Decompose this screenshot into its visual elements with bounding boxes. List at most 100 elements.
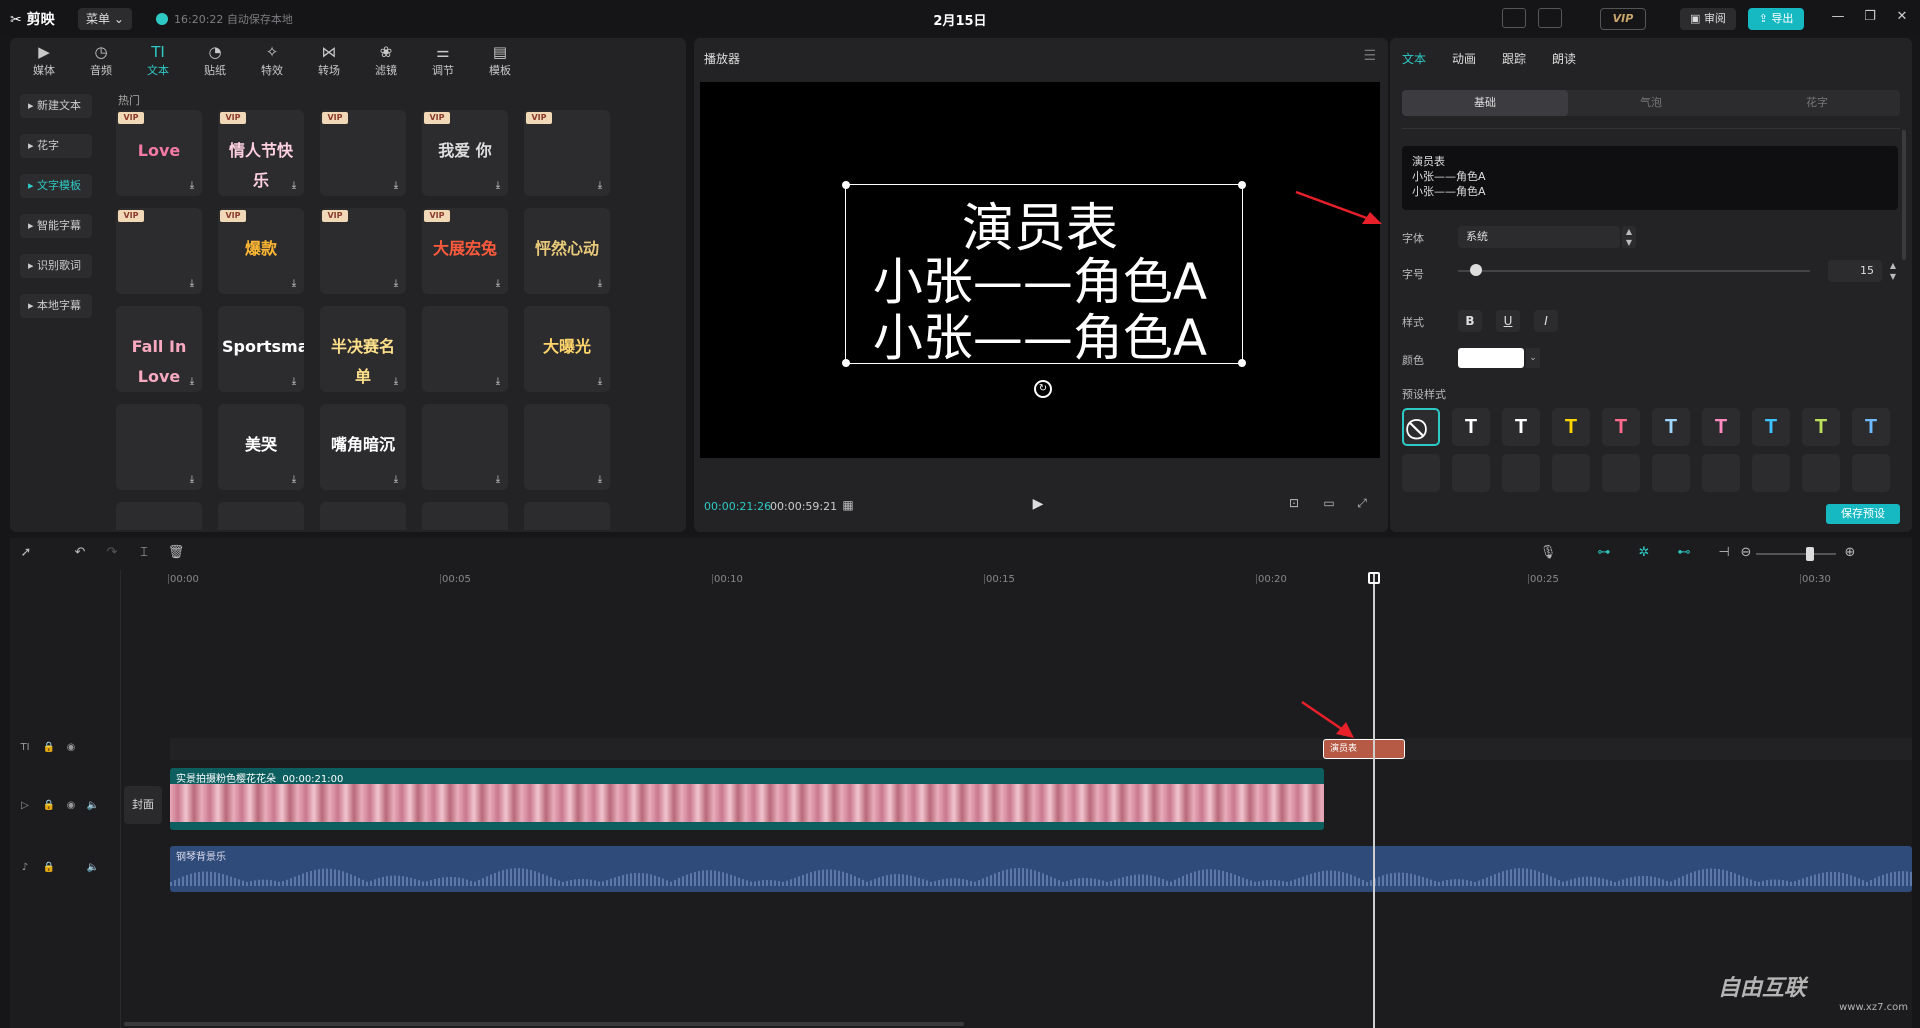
property-tab[interactable]: 动画: [1452, 50, 1476, 67]
color-swatch[interactable]: [1458, 348, 1524, 368]
subtab[interactable]: 气泡: [1568, 90, 1734, 116]
split-icon[interactable]: ⌶: [134, 545, 154, 563]
linkage-icon[interactable]: ⊷: [1674, 545, 1694, 563]
tab-effects[interactable]: ✧ 特效: [246, 42, 298, 82]
template-card[interactable]: [422, 502, 508, 530]
text-content-input[interactable]: 演员表 小张——角色A 小张——角色A: [1402, 146, 1898, 210]
download-icon[interactable]: ⤓: [186, 278, 198, 290]
preview-axis-icon[interactable]: ⊣: [1714, 545, 1734, 563]
template-card[interactable]: 嘴角暗沉 ⤓: [320, 404, 406, 490]
close-icon[interactable]: ✕: [1892, 9, 1912, 27]
eye-icon[interactable]: ◉: [64, 800, 78, 814]
ratio-icon[interactable]: ▭: [1316, 496, 1342, 514]
cover-button[interactable]: 封面: [124, 786, 162, 824]
font-select[interactable]: 系统: [1458, 226, 1620, 248]
preset-style[interactable]: T: [1652, 408, 1690, 446]
size-input[interactable]: 15: [1828, 260, 1882, 282]
download-icon[interactable]: ⤓: [186, 474, 198, 486]
property-tab[interactable]: 文本: [1402, 50, 1426, 67]
preset-style[interactable]: [1852, 454, 1890, 492]
download-icon[interactable]: ⤓: [186, 180, 198, 192]
subtab[interactable]: 基础: [1402, 90, 1568, 116]
preview-screen[interactable]: 演员表 小张——角色A 小张——角色A ↻: [700, 82, 1380, 458]
eye-icon[interactable]: ◉: [64, 742, 78, 756]
template-card[interactable]: 半决赛名单 ⤓: [320, 306, 406, 392]
text-selection-box[interactable]: [842, 181, 1246, 367]
download-icon[interactable]: ⤓: [288, 474, 300, 486]
side-item[interactable]: ▸ 新建文本: [20, 94, 92, 118]
download-icon[interactable]: ⤓: [288, 278, 300, 290]
time-ruler[interactable]: 00:00 00:05 00:10 00:15 00:20 00:25 00:30: [168, 572, 1912, 592]
tab-filter[interactable]: ❀ 滤镜: [360, 42, 412, 82]
download-icon[interactable]: ⤓: [594, 278, 606, 290]
download-icon[interactable]: ⤓: [288, 180, 300, 192]
template-card[interactable]: [116, 502, 202, 530]
template-card[interactable]: ⤓: [422, 306, 508, 392]
layout-icon[interactable]: [1538, 8, 1562, 28]
download-icon[interactable]: ⤓: [492, 474, 504, 486]
hamburger-menu-icon[interactable]: ☰: [1363, 48, 1376, 64]
playhead[interactable]: [1373, 572, 1375, 1028]
template-card[interactable]: [218, 502, 304, 530]
template-card[interactable]: VIP ⤓: [116, 208, 202, 294]
side-item[interactable]: ▸ 智能字幕: [20, 214, 92, 238]
preset-style[interactable]: [1702, 454, 1740, 492]
download-icon[interactable]: ⤓: [492, 278, 504, 290]
panel-scrollbar[interactable]: [1902, 130, 1906, 260]
template-card[interactable]: VIP 情人节快乐 ⤓: [218, 110, 304, 196]
timeline-scrollbar[interactable]: [124, 1022, 964, 1026]
preset-style[interactable]: T: [1752, 408, 1790, 446]
screenshot-icon[interactable]: ⊡: [1284, 496, 1304, 514]
color-dropdown-icon[interactable]: ⌄: [1526, 348, 1540, 368]
review-button[interactable]: ▣ 审阅: [1680, 8, 1736, 30]
preset-style[interactable]: [1652, 454, 1690, 492]
download-icon[interactable]: ⤓: [288, 376, 300, 388]
property-tab[interactable]: 跟踪: [1502, 50, 1526, 67]
undo-icon[interactable]: ↶: [70, 545, 90, 563]
download-icon[interactable]: ⤓: [390, 376, 402, 388]
side-item[interactable]: ▸ 花字: [20, 134, 92, 158]
auto-snap-icon[interactable]: ✲: [1634, 545, 1654, 563]
lock-icon[interactable]: 🔒: [42, 862, 56, 876]
template-card[interactable]: VIP Love ⤓: [116, 110, 202, 196]
template-card[interactable]: VIP 爆款 ⤓: [218, 208, 304, 294]
subtab[interactable]: 花字: [1734, 90, 1900, 116]
size-slider[interactable]: [1458, 270, 1810, 272]
resize-handle[interactable]: [1238, 181, 1246, 189]
audio-clip[interactable]: 钢琴背景乐: [170, 846, 1912, 892]
template-card[interactable]: VIP ⤓: [320, 208, 406, 294]
lock-icon[interactable]: 🔒: [42, 742, 56, 756]
redo-icon[interactable]: ↷: [102, 545, 122, 563]
tab-text[interactable]: TI 文本: [132, 42, 184, 82]
preset-style[interactable]: T: [1452, 408, 1490, 446]
side-item[interactable]: ▸ 识别歌词: [20, 254, 92, 278]
download-icon[interactable]: ⤓: [594, 376, 606, 388]
size-stepper[interactable]: ▲ ▼: [1886, 260, 1900, 282]
resize-handle[interactable]: [842, 359, 850, 367]
template-card[interactable]: VIP 大展宏兔 ⤓: [422, 208, 508, 294]
preset-style[interactable]: [1452, 454, 1490, 492]
speaker-icon[interactable]: 🔈: [86, 800, 100, 814]
preset-style[interactable]: T: [1852, 408, 1890, 446]
microphone-icon[interactable]: 🎙: [1538, 545, 1558, 563]
zoom-out-icon[interactable]: ⊖: [1736, 545, 1756, 563]
bold-button[interactable]: B: [1458, 310, 1482, 332]
template-card[interactable]: 大曝光 ⤓: [524, 306, 610, 392]
underline-button[interactable]: U: [1496, 310, 1520, 332]
tab-sticker[interactable]: ◔ 贴纸: [189, 42, 241, 82]
export-button[interactable]: ⇪ 导出: [1748, 8, 1804, 30]
text-clip[interactable]: 演员表: [1323, 739, 1405, 759]
italic-button[interactable]: I: [1534, 310, 1558, 332]
save-preset-button[interactable]: 保存预设: [1826, 504, 1900, 524]
tab-adjust[interactable]: ⚌ 调节: [417, 42, 469, 82]
preset-style[interactable]: T: [1552, 408, 1590, 446]
video-clip[interactable]: 实景拍摄粉色樱花花朵 00:00:21:00: [170, 768, 1324, 830]
template-card[interactable]: ⤓: [422, 404, 508, 490]
download-icon[interactable]: ⤓: [594, 180, 606, 192]
preset-style[interactable]: T: [1702, 408, 1740, 446]
preset-style[interactable]: [1402, 454, 1440, 492]
zoom-slider-thumb[interactable]: [1806, 547, 1814, 561]
side-item[interactable]: ▸ 文字模板: [20, 174, 92, 198]
font-stepper[interactable]: ▲ ▼: [1622, 226, 1636, 248]
download-icon[interactable]: ⤓: [186, 376, 198, 388]
